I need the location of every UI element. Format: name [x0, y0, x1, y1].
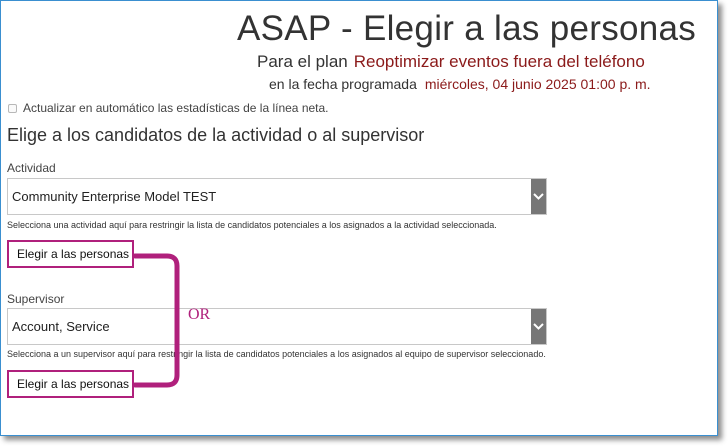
- supervisor-choose-people-button[interactable]: Elegir a las personas: [7, 370, 134, 398]
- page-title: ASAP - Elegir a las personas: [237, 9, 697, 48]
- dialog-frame: ASAP - Elegir a las personas Para el pla…: [0, 0, 718, 436]
- date-label: en la fecha programada: [269, 76, 417, 92]
- date-row: en la fecha programada miércoles, 04 juni…: [269, 76, 651, 92]
- auto-update-row[interactable]: Actualizar en automático las estadística…: [8, 101, 329, 115]
- supervisor-selected-value: Account, Service: [12, 319, 110, 334]
- chevron-down-icon[interactable]: [531, 309, 546, 344]
- plan-row: Para el plan Reoptimizar eventos fuera de…: [257, 52, 645, 72]
- plan-value: Reoptimizar eventos fuera del teléfono: [353, 52, 645, 71]
- plan-label: Para el plan: [257, 52, 348, 71]
- supervisor-help-text: Selecciona a un supervisor aquí para res…: [7, 349, 546, 359]
- activity-help-text: Selecciona una actividad aquí para restr…: [7, 220, 497, 230]
- auto-update-label: Actualizar en automático las estadística…: [23, 101, 329, 115]
- date-value: miércoles, 04 junio 2025 01:00 p. m.: [424, 76, 651, 92]
- activity-select[interactable]: Community Enterprise Model TEST: [7, 178, 547, 215]
- activity-label: Actividad: [7, 161, 56, 175]
- or-annotation-label: OR: [188, 306, 211, 323]
- auto-update-checkbox[interactable]: [8, 103, 17, 113]
- chevron-down-icon[interactable]: [531, 179, 546, 214]
- section-heading: Elige a los candidatos de la actividad o…: [7, 125, 425, 145]
- supervisor-label: Supervisor: [7, 292, 65, 306]
- activity-selected-value: Community Enterprise Model TEST: [12, 189, 217, 204]
- supervisor-select[interactable]: Account, Service: [7, 308, 547, 345]
- activity-choose-people-button[interactable]: Elegir a las personas: [7, 240, 134, 268]
